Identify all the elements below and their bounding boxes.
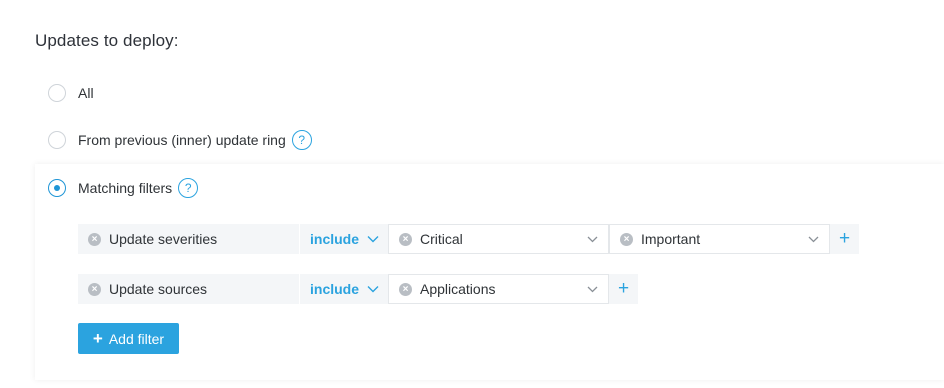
radio-dot bbox=[54, 185, 60, 191]
option-all-label: All bbox=[78, 85, 94, 101]
value-select[interactable]: × Applications bbox=[388, 274, 609, 304]
value-select[interactable]: × Important bbox=[609, 224, 830, 254]
remove-value-icon[interactable]: × bbox=[399, 232, 412, 246]
chevron-down-icon bbox=[587, 236, 598, 243]
option-previous-ring-label: From previous (inner) update ring bbox=[78, 132, 286, 148]
help-icon[interactable]: ? bbox=[178, 178, 199, 198]
radio-all[interactable] bbox=[48, 84, 66, 102]
option-all[interactable]: All bbox=[48, 82, 94, 104]
filter-name: Update severities bbox=[109, 231, 218, 247]
radio-previous-ring[interactable] bbox=[48, 131, 66, 149]
operator-label: include bbox=[310, 281, 360, 297]
value-label: Critical bbox=[420, 231, 463, 247]
help-icon[interactable]: ? bbox=[291, 130, 312, 150]
chevron-down-icon bbox=[587, 286, 598, 293]
option-previous-ring[interactable]: From previous (inner) update ring ? bbox=[48, 129, 312, 151]
section-heading: Updates to deploy: bbox=[35, 31, 179, 50]
plus-icon: + bbox=[617, 278, 630, 299]
chevron-down-icon bbox=[367, 285, 379, 293]
operator-dropdown[interactable]: include bbox=[299, 274, 388, 304]
value-select[interactable]: × Critical bbox=[388, 224, 609, 254]
add-filter-button[interactable]: + Add filter bbox=[78, 323, 179, 354]
remove-filter-icon[interactable]: × bbox=[88, 232, 101, 246]
add-value-button[interactable]: + bbox=[830, 224, 859, 254]
filter-row-sources: × Update sources include × Applications … bbox=[78, 274, 638, 304]
plus-icon: + bbox=[838, 228, 851, 249]
remove-value-icon[interactable]: × bbox=[620, 232, 633, 246]
filter-row-severities: × Update severities include × Critical ×… bbox=[78, 224, 859, 254]
value-label: Applications bbox=[420, 281, 496, 297]
filter-name-cell: × Update sources bbox=[78, 274, 299, 304]
option-matching-filters[interactable]: Matching filters ? bbox=[48, 177, 199, 199]
operator-dropdown[interactable]: include bbox=[299, 224, 388, 254]
value-label: Important bbox=[641, 231, 701, 247]
add-value-button[interactable]: + bbox=[609, 274, 638, 304]
chevron-down-icon bbox=[367, 235, 379, 243]
plus-icon: + bbox=[92, 328, 103, 348]
filter-name-cell: × Update severities bbox=[78, 224, 299, 254]
remove-value-icon[interactable]: × bbox=[399, 282, 412, 296]
remove-filter-icon[interactable]: × bbox=[88, 282, 101, 296]
option-matching-filters-label: Matching filters bbox=[78, 180, 173, 196]
operator-label: include bbox=[310, 231, 360, 247]
filter-name: Update sources bbox=[109, 281, 208, 297]
add-filter-label: Add filter bbox=[108, 330, 165, 347]
radio-matching-filters[interactable] bbox=[48, 179, 66, 197]
chevron-down-icon bbox=[808, 236, 819, 243]
